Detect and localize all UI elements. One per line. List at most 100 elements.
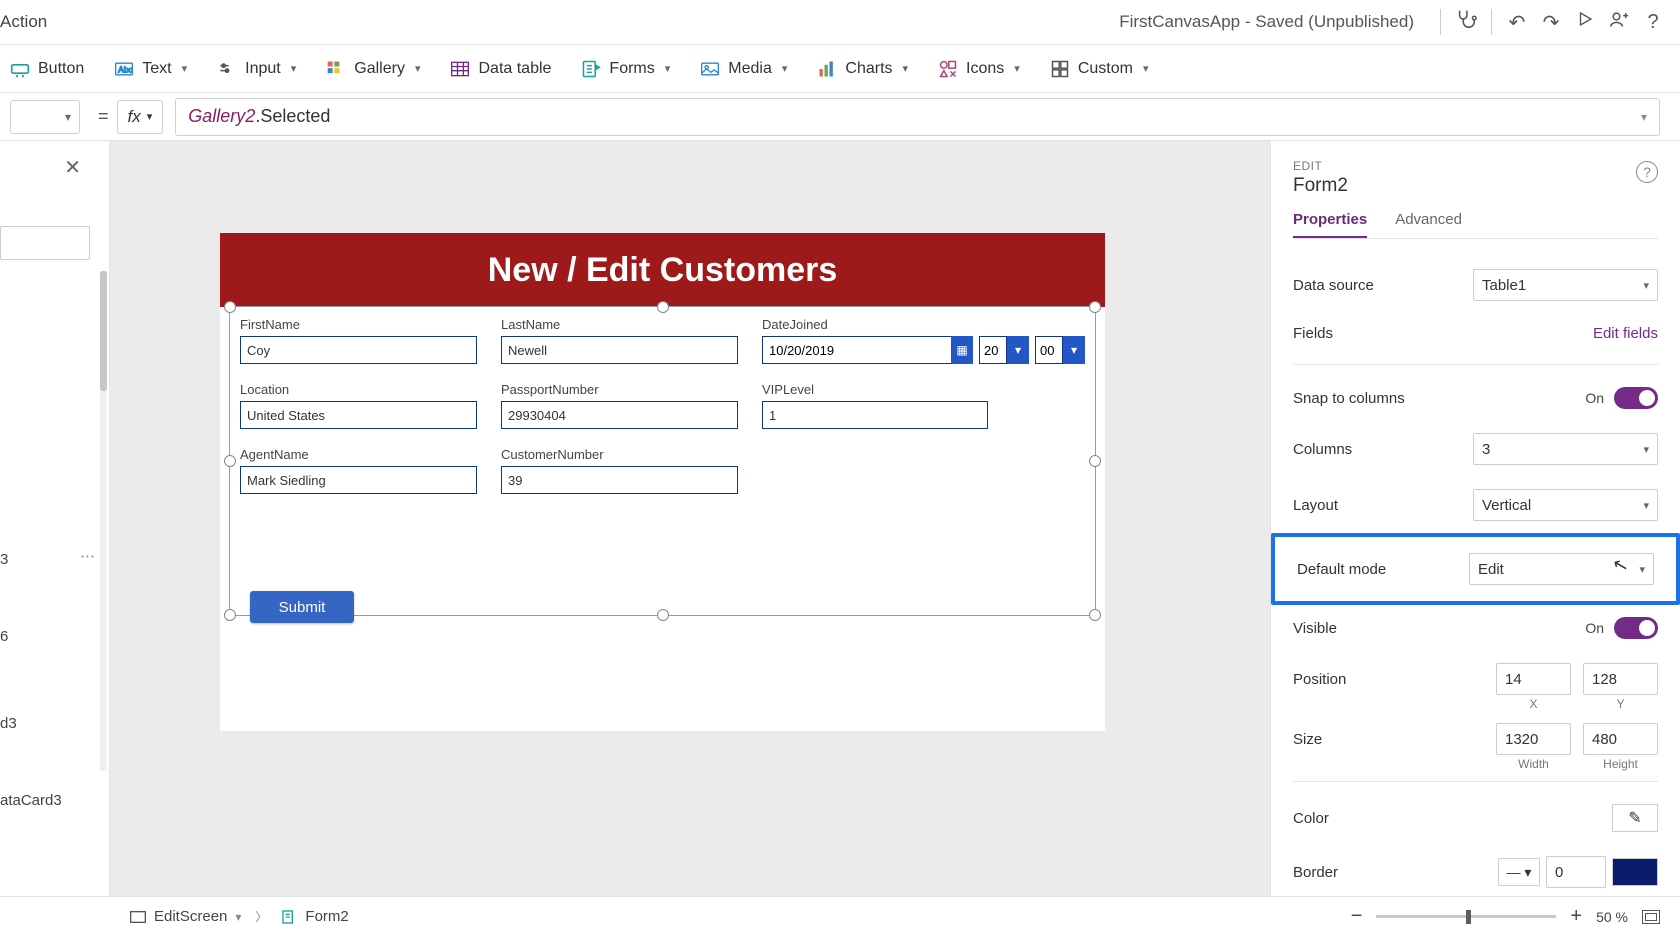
- panel-help-icon[interactable]: ?: [1636, 161, 1658, 183]
- share-icon[interactable]: [1602, 9, 1636, 35]
- snap-toggle[interactable]: [1614, 387, 1658, 409]
- edit-fields-link[interactable]: Edit fields: [1593, 325, 1658, 342]
- y-sublabel: Y: [1583, 697, 1658, 711]
- design-canvas[interactable]: New / Edit Customers FirstName LastName: [110, 141, 1270, 896]
- app-save-status: FirstCanvasApp - Saved (Unpublished): [1119, 12, 1414, 32]
- breadcrumb-screen[interactable]: EditScreen ▾: [130, 908, 241, 925]
- datasource-dropdown[interactable]: Table1▾: [1473, 269, 1658, 301]
- tree-item[interactable]: d3: [0, 705, 109, 742]
- resize-handle[interactable]: [1089, 455, 1101, 467]
- field-card-firstname[interactable]: FirstName: [240, 317, 477, 364]
- tab-advanced[interactable]: Advanced: [1395, 211, 1462, 238]
- viplevel-input[interactable]: [762, 401, 988, 429]
- app-checker-icon[interactable]: [1449, 8, 1483, 36]
- size-height-input[interactable]: 480: [1583, 723, 1658, 755]
- insert-custom[interactable]: Custom▾: [1050, 59, 1149, 79]
- resize-handle[interactable]: [224, 455, 236, 467]
- width-sublabel: Width: [1496, 757, 1571, 771]
- insert-gallery[interactable]: Gallery▾: [326, 59, 420, 79]
- field-card-custnum[interactable]: CustomerNumber: [501, 447, 738, 494]
- redo-icon[interactable]: ↷: [1534, 10, 1568, 35]
- tree-search-box[interactable]: [0, 226, 90, 260]
- help-icon[interactable]: ?: [1636, 11, 1670, 34]
- tree-item[interactable]: 3⋯: [0, 541, 109, 578]
- prop-label-datasource: Data source: [1293, 277, 1374, 294]
- field-label: FirstName: [240, 317, 477, 332]
- resize-handle[interactable]: [224, 609, 236, 621]
- visible-toggle[interactable]: [1614, 617, 1658, 639]
- resize-handle[interactable]: [224, 301, 236, 313]
- border-style-dropdown[interactable]: — ▾: [1498, 858, 1540, 886]
- field-card-agent[interactable]: AgentName: [240, 447, 477, 494]
- screen-header: New / Edit Customers: [220, 233, 1105, 307]
- date-input[interactable]: [762, 336, 951, 364]
- border-color-swatch[interactable]: [1612, 858, 1658, 886]
- submit-button[interactable]: Submit: [250, 591, 354, 623]
- property-selector[interactable]: ▾: [10, 100, 80, 134]
- field-card-location[interactable]: Location: [240, 382, 477, 429]
- hour-dropdown-icon[interactable]: ▾: [1007, 336, 1029, 364]
- position-x-input[interactable]: 14: [1496, 663, 1571, 695]
- passport-input[interactable]: [501, 401, 738, 429]
- breadcrumb-form[interactable]: Form2: [281, 908, 348, 925]
- field-card-lastname[interactable]: LastName: [501, 317, 738, 364]
- field-card-passport[interactable]: PassportNumber: [501, 382, 738, 429]
- field-label: CustomerNumber: [501, 447, 738, 462]
- insert-icons-label: Icons: [966, 60, 1004, 78]
- insert-button[interactable]: Button: [10, 59, 84, 79]
- formula-bar[interactable]: Gallery2.Selected ▾: [175, 98, 1660, 136]
- fit-to-screen-icon[interactable]: [1642, 910, 1660, 924]
- insert-datatable-label: Data table: [478, 60, 551, 78]
- tree-item[interactable]: 6: [0, 618, 109, 655]
- hour-input[interactable]: [979, 336, 1007, 364]
- defaultmode-value: Edit: [1478, 561, 1504, 578]
- insert-text[interactable]: Abc Text▾: [114, 59, 187, 79]
- color-picker[interactable]: ✎: [1612, 804, 1658, 832]
- resize-handle[interactable]: [657, 609, 669, 621]
- minute-input[interactable]: [1035, 336, 1063, 364]
- lastname-input[interactable]: [501, 336, 738, 364]
- ribbon-tab-action[interactable]: Action: [0, 12, 47, 32]
- location-input[interactable]: [240, 401, 477, 429]
- close-panel-icon[interactable]: ✕: [64, 155, 81, 180]
- border-width-input[interactable]: 0: [1546, 856, 1606, 888]
- zoom-in-icon[interactable]: +: [1570, 905, 1582, 928]
- undo-icon[interactable]: ↶: [1500, 10, 1534, 35]
- play-preview-icon[interactable]: [1568, 10, 1602, 34]
- zoom-slider[interactable]: [1376, 915, 1556, 918]
- tree-item[interactable]: ataCard3: [0, 782, 109, 819]
- position-y-input[interactable]: 128: [1583, 663, 1658, 695]
- zoom-percentage: 50 %: [1596, 909, 1628, 925]
- prop-label-layout: Layout: [1293, 497, 1338, 514]
- insert-input[interactable]: Input▾: [217, 59, 296, 79]
- field-card-viplevel[interactable]: VIPLevel: [762, 382, 1085, 429]
- columns-dropdown[interactable]: 3▾: [1473, 433, 1658, 465]
- insert-charts[interactable]: Charts▾: [817, 59, 908, 79]
- size-width-input[interactable]: 1320: [1496, 723, 1571, 755]
- layout-dropdown[interactable]: Vertical▾: [1473, 489, 1658, 521]
- insert-forms[interactable]: Forms▾: [581, 59, 670, 79]
- calendar-icon[interactable]: ▦: [951, 336, 973, 364]
- minute-dropdown-icon[interactable]: ▾: [1063, 336, 1085, 364]
- resize-handle[interactable]: [1089, 609, 1101, 621]
- insert-icons[interactable]: Icons▾: [938, 59, 1020, 79]
- insert-datatable[interactable]: Data table: [450, 59, 551, 79]
- tab-properties[interactable]: Properties: [1293, 211, 1367, 238]
- insert-custom-label: Custom: [1078, 60, 1133, 78]
- agent-input[interactable]: [240, 466, 477, 494]
- formula-expand-icon[interactable]: ▾: [1641, 110, 1647, 124]
- tree-view-panel: ✕ 3⋯ 6 d3 ataCard3: [0, 141, 110, 896]
- resize-handle[interactable]: [657, 301, 669, 313]
- insert-forms-label: Forms: [609, 60, 654, 78]
- x-sublabel: X: [1496, 697, 1571, 711]
- firstname-input[interactable]: [240, 336, 477, 364]
- prop-label-position: Position: [1293, 671, 1346, 688]
- fx-button[interactable]: fx▾: [117, 100, 164, 134]
- custnum-input[interactable]: [501, 466, 738, 494]
- field-card-datejoined[interactable]: DateJoined ▦ ▾ ▾: [762, 317, 1085, 364]
- resize-handle[interactable]: [1089, 301, 1101, 313]
- zoom-out-icon[interactable]: −: [1351, 905, 1363, 928]
- insert-media[interactable]: Media▾: [700, 59, 787, 79]
- datasource-value: Table1: [1482, 277, 1526, 294]
- insert-input-label: Input: [245, 60, 281, 78]
